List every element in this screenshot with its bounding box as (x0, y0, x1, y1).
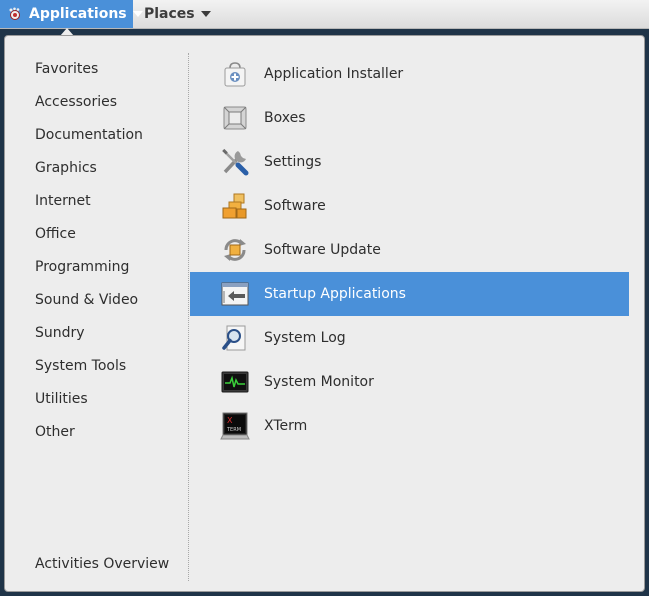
app-label: Startup Applications (264, 286, 406, 302)
xterm-icon-term-text: TERM (226, 427, 241, 433)
category-graphics[interactable]: Graphics (35, 152, 97, 185)
app-item-application-installer[interactable]: Application Installer (190, 52, 629, 96)
app-label: XTerm (264, 418, 308, 434)
category-accessories[interactable]: Accessories (35, 86, 117, 119)
app-item-boxes[interactable]: Boxes (190, 96, 629, 140)
application-installer-icon (220, 59, 250, 89)
category-system-tools[interactable]: System Tools (35, 350, 126, 383)
menu-divider (188, 53, 189, 581)
top-bar: Applications Places (0, 0, 649, 29)
category-sundry[interactable]: Sundry (35, 317, 85, 350)
software-update-icon (220, 235, 250, 265)
category-internet[interactable]: Internet (35, 185, 91, 218)
category-office[interactable]: Office (35, 218, 76, 251)
chevron-down-icon (200, 11, 211, 17)
activities-overview-link[interactable]: Activities Overview (35, 548, 169, 581)
app-label: Software (264, 198, 326, 214)
app-item-xterm[interactable]: X TERM XTerm (190, 404, 629, 448)
boxes-icon (220, 103, 250, 133)
startup-applications-icon (220, 279, 250, 309)
category-favorites[interactable]: Favorites (35, 53, 98, 86)
app-item-software[interactable]: Software (190, 184, 629, 228)
xterm-icon-x-text: X (227, 416, 233, 425)
app-item-startup-applications[interactable]: Startup Applications (190, 272, 629, 316)
app-label: System Monitor (264, 374, 374, 390)
system-log-icon (220, 323, 250, 353)
app-label: Application Installer (264, 66, 404, 82)
app-label: Boxes (264, 110, 306, 126)
gnome-foot-icon (8, 7, 22, 21)
system-monitor-icon (220, 367, 250, 397)
applications-menu-panel: Favorites Accessories Documentation Grap… (4, 35, 645, 592)
category-other[interactable]: Other (35, 416, 75, 449)
settings-icon (220, 147, 250, 177)
app-label: System Log (264, 330, 346, 346)
app-item-system-monitor[interactable]: System Monitor (190, 360, 629, 404)
xterm-icon: X TERM (220, 411, 250, 441)
places-menu-button[interactable]: Places (134, 0, 212, 28)
category-sound-video[interactable]: Sound & Video (35, 284, 138, 317)
app-item-system-log[interactable]: System Log (190, 316, 629, 360)
app-label: Settings (264, 154, 322, 170)
category-utilities[interactable]: Utilities (35, 383, 88, 416)
software-icon (220, 191, 250, 221)
app-item-settings[interactable]: Settings (190, 140, 629, 184)
app-item-software-update[interactable]: Software Update (190, 228, 629, 272)
category-programming[interactable]: Programming (35, 251, 129, 284)
app-label: Software Update (264, 242, 381, 258)
places-menu-label: Places (144, 6, 195, 22)
applications-menu-button[interactable]: Applications (0, 0, 143, 28)
applications-menu-label: Applications (29, 6, 127, 22)
category-documentation[interactable]: Documentation (35, 119, 143, 152)
